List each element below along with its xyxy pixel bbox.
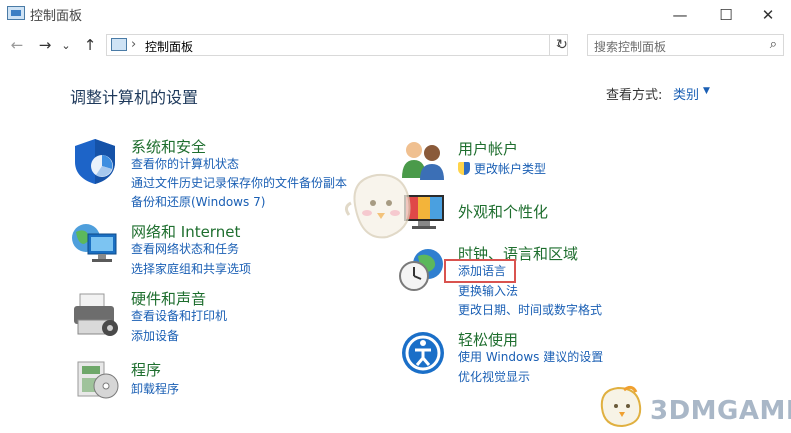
link-add-device[interactable]: 添加设备 (131, 327, 179, 345)
recent-locations-button[interactable]: ⌄ (60, 35, 72, 55)
link-change-account-type-label: 更改帐户类型 (474, 162, 547, 176)
window-title: 控制面板 (30, 9, 83, 24)
control-panel-icon (7, 6, 25, 20)
mascot-watermark-icon (344, 173, 411, 239)
breadcrumb-separator: › (131, 37, 137, 52)
link-devices-printers[interactable]: 查看设备和打印机 (131, 307, 227, 325)
view-by-dropdown[interactable]: 类别 (673, 84, 699, 103)
category-hardware-sound[interactable]: 硬件和声音 (131, 288, 206, 309)
link-change-account-type[interactable]: 更改帐户类型 (458, 160, 546, 178)
category-appearance-personalization[interactable]: 外观和个性化 (458, 201, 548, 222)
maximize-button[interactable]: ☐ (703, 0, 749, 30)
up-button[interactable]: ↑ (80, 35, 100, 55)
watermark-text: 3DMGAME (650, 396, 791, 426)
control-panel-small-icon (111, 38, 127, 51)
breadcrumb-control-panel[interactable]: 控制面板 (145, 38, 193, 55)
link-optimize-visual-display[interactable]: 优化视觉显示 (458, 368, 530, 386)
search-icon[interactable]: ⌕ (770, 37, 777, 52)
shield-icon[interactable] (70, 136, 120, 186)
refresh-button[interactable]: ↻ (552, 34, 572, 56)
close-button[interactable]: ✕ (745, 0, 791, 30)
clock-globe-icon[interactable] (398, 246, 446, 294)
link-backup-restore[interactable]: 备份和还原(Windows 7) (131, 193, 265, 211)
link-change-input-method[interactable]: 更换输入法 (458, 282, 518, 300)
chevron-down-icon[interactable]: ▼ (703, 86, 710, 96)
highlight-box (444, 259, 516, 283)
link-network-status[interactable]: 查看网络状态和任务 (131, 240, 239, 258)
back-button[interactable]: ← (7, 35, 27, 55)
link-view-computer-status[interactable]: 查看你的计算机状态 (131, 155, 239, 173)
forward-button[interactable]: → (35, 35, 55, 55)
mascot-logo-icon (600, 385, 642, 428)
search-input[interactable]: 搜索控制面板 ⌕ (587, 34, 784, 56)
category-programs[interactable]: 程序 (131, 359, 161, 380)
link-uninstall-program[interactable]: 卸载程序 (131, 380, 179, 398)
uac-shield-icon (458, 162, 470, 175)
link-file-history-backup[interactable]: 通过文件历史记录保存你的文件备份副本 (131, 174, 347, 192)
link-change-date-time-format[interactable]: 更改日期、时间或数字格式 (458, 301, 602, 319)
link-windows-recommended-settings[interactable]: 使用 Windows 建议的设置 (458, 348, 603, 366)
category-system-security[interactable]: 系统和安全 (131, 136, 206, 157)
category-user-accounts[interactable]: 用户帐户 (458, 138, 518, 159)
link-homegroup-sharing[interactable]: 选择家庭组和共享选项 (131, 260, 251, 278)
network-icon[interactable] (70, 220, 120, 268)
page-heading: 调整计算机的设置 (70, 88, 199, 107)
minimize-button[interactable]: — (657, 0, 703, 30)
address-bar[interactable]: › 控制面板 (106, 34, 550, 56)
title-bar: 控制面板 — ☐ ✕ (0, 0, 791, 30)
ease-of-access-icon[interactable] (400, 330, 446, 376)
category-network-internet[interactable]: 网络和 Internet (131, 221, 240, 242)
view-by-label: 查看方式: (606, 88, 663, 103)
printer-icon[interactable] (70, 290, 122, 338)
category-ease-of-access[interactable]: 轻松使用 (458, 329, 518, 350)
search-placeholder: 搜索控制面板 (594, 40, 667, 54)
programs-icon[interactable] (72, 356, 120, 402)
